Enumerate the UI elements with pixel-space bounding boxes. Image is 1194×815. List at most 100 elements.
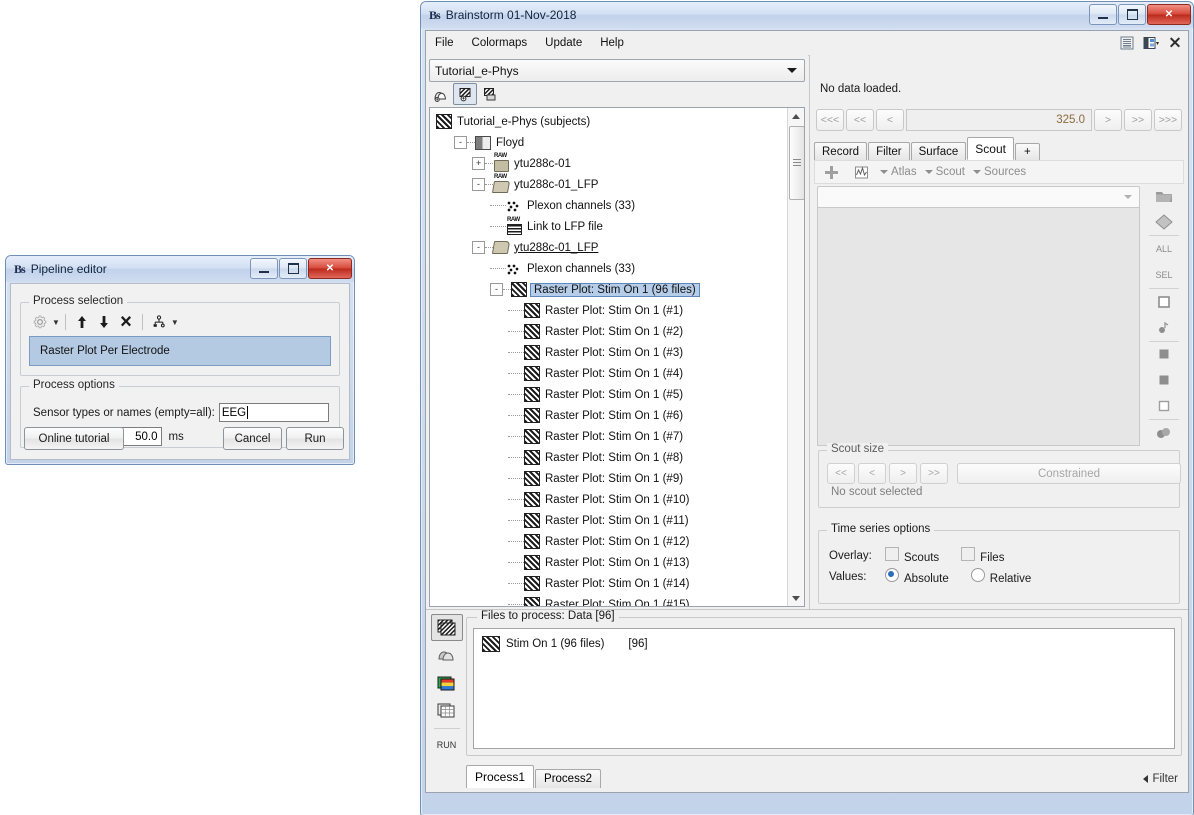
- time-prev-page-button[interactable]: <<: [846, 109, 874, 131]
- crosshair-icon[interactable]: [820, 162, 842, 182]
- square-empty-icon[interactable]: [1145, 393, 1183, 419]
- arrow-up-icon[interactable]: [71, 312, 93, 332]
- tree-item[interactable]: Tutorial_e-Phys (subjects): [430, 111, 788, 132]
- functional-condition-icon[interactable]: [479, 84, 501, 104]
- sensor-input[interactable]: EEG: [219, 403, 329, 422]
- collapse-icon[interactable]: -: [454, 136, 467, 149]
- values-absolute-radio[interactable]: Absolute: [885, 568, 949, 585]
- sources-menu[interactable]: Sources: [973, 166, 1026, 178]
- run-button[interactable]: RUN: [432, 733, 462, 758]
- tree-item[interactable]: Plexon channels (33): [430, 258, 788, 279]
- tree-item[interactable]: +RAWytu288c-01: [430, 153, 788, 174]
- menu-update[interactable]: Update: [536, 31, 591, 55]
- tree-item[interactable]: Raster Plot: Stim On 1 (#2): [430, 321, 788, 342]
- run-button[interactable]: Run: [286, 427, 344, 450]
- tree-item[interactable]: Raster Plot: Stim On 1 (#13): [430, 552, 788, 573]
- tab-scout[interactable]: Scout: [967, 137, 1014, 160]
- scout-seed-icon[interactable]: [1145, 315, 1183, 341]
- files-list[interactable]: Stim On 1 (96 files) [96]: [473, 628, 1175, 749]
- time-last-button[interactable]: >>>: [1154, 109, 1182, 131]
- select-sel-button[interactable]: SEL: [1145, 262, 1183, 288]
- overlay-files-checkbox[interactable]: Files: [961, 547, 1004, 564]
- timefreq-icon[interactable]: [432, 671, 462, 696]
- expand-icon[interactable]: +: [472, 157, 485, 170]
- tree-item[interactable]: RAWLink to LFP file: [430, 216, 788, 237]
- scout-size-larger-button[interactable]: >: [889, 463, 917, 484]
- square-filled-icon[interactable]: [1145, 341, 1183, 367]
- scout-size-much-larger-button[interactable]: >>: [920, 463, 948, 484]
- tree-item[interactable]: Raster Plot: Stim On 1 (#15): [430, 594, 788, 606]
- tree-item[interactable]: -RAWytu288c-01_LFP: [430, 174, 788, 195]
- scout-size-smaller-button[interactable]: <: [858, 463, 886, 484]
- gear-dropdown-caret-icon[interactable]: ▼: [52, 318, 60, 327]
- scout-menu[interactable]: Scout: [925, 166, 965, 178]
- scroll-down-button[interactable]: [788, 590, 804, 606]
- atlas-selector[interactable]: [817, 186, 1140, 208]
- tab-surface[interactable]: Surface: [911, 142, 967, 160]
- scroll-up-button[interactable]: [788, 108, 804, 124]
- diamond-icon[interactable]: [1145, 209, 1183, 235]
- functional-subject-icon[interactable]: [453, 83, 477, 105]
- pipeline-tree-icon[interactable]: [148, 312, 170, 332]
- tab-process1[interactable]: Process1: [466, 765, 534, 788]
- time-slider[interactable]: 325.0: [906, 109, 1092, 131]
- scout-list[interactable]: [817, 207, 1140, 446]
- overlap-icon[interactable]: [1145, 420, 1183, 446]
- timeseries-icon[interactable]: [850, 162, 872, 182]
- sources-icon[interactable]: [432, 643, 462, 668]
- constrained-button[interactable]: Constrained: [957, 463, 1181, 484]
- time-prev-button[interactable]: <: [876, 109, 904, 131]
- menu-help[interactable]: Help: [591, 31, 633, 55]
- tree-item[interactable]: Raster Plot: Stim On 1 (#10): [430, 489, 788, 510]
- scrollbar-thumb[interactable]: [789, 126, 805, 200]
- subjects-anatomy-icon[interactable]: [429, 84, 451, 104]
- collapse-icon[interactable]: -: [472, 178, 485, 191]
- tree-item[interactable]: Raster Plot: Stim On 1 (#6): [430, 405, 788, 426]
- tree-scrollbar[interactable]: [787, 108, 804, 606]
- gear-icon[interactable]: [29, 312, 51, 332]
- tree-item[interactable]: Raster Plot: Stim On 1 (#8): [430, 447, 788, 468]
- tree-item[interactable]: Raster Plot: Stim On 1 (#14): [430, 573, 788, 594]
- maximize-button[interactable]: [279, 258, 307, 279]
- layout-icon[interactable]: [1142, 35, 1160, 51]
- raster-stack-icon[interactable]: [431, 614, 463, 641]
- tree-item[interactable]: Raster Plot: Stim On 1 (#9): [430, 468, 788, 489]
- list-item[interactable]: Stim On 1 (96 files) [96]: [474, 633, 1174, 655]
- tree-item[interactable]: -ytu288c-01_LFP: [430, 237, 788, 258]
- tab-process2[interactable]: Process2: [535, 769, 601, 788]
- close-x-icon[interactable]: [1166, 35, 1184, 51]
- tab-filter[interactable]: Filter: [868, 142, 910, 160]
- minimize-button[interactable]: [250, 258, 278, 279]
- tree-item[interactable]: Raster Plot: Stim On 1 (#3): [430, 342, 788, 363]
- tree-item[interactable]: Raster Plot: Stim On 1 (#11): [430, 510, 788, 531]
- close-button[interactable]: ✕: [1147, 4, 1191, 25]
- square-filled2-icon[interactable]: [1145, 367, 1183, 393]
- online-tutorial-button[interactable]: Online tutorial: [24, 427, 124, 450]
- time-next-button[interactable]: >: [1094, 109, 1122, 131]
- tree-item[interactable]: Raster Plot: Stim On 1 (#4): [430, 363, 788, 384]
- collapse-icon[interactable]: -: [490, 283, 503, 296]
- list-view-icon[interactable]: [1118, 35, 1136, 51]
- maximize-button[interactable]: [1118, 4, 1146, 25]
- matrix-icon[interactable]: [432, 698, 462, 723]
- scout-size-much-smaller-button[interactable]: <<: [827, 463, 855, 484]
- collapse-icon[interactable]: -: [472, 241, 485, 254]
- tree-item[interactable]: Raster Plot: Stim On 1 (#7): [430, 426, 788, 447]
- tree-item[interactable]: Raster Plot: Stim On 1 (#1): [430, 300, 788, 321]
- tab-add[interactable]: +: [1015, 143, 1040, 160]
- folder-open-icon[interactable]: [1145, 183, 1183, 209]
- menu-colormaps[interactable]: Colormaps: [463, 31, 537, 55]
- atlas-menu[interactable]: Atlas: [880, 166, 917, 178]
- overlay-scouts-checkbox[interactable]: Scouts: [885, 547, 939, 564]
- filter-toggle[interactable]: Filter: [1143, 773, 1178, 785]
- tree-item[interactable]: Raster Plot: Stim On 1 (#12): [430, 531, 788, 552]
- select-all-button[interactable]: ALL: [1145, 236, 1183, 262]
- values-relative-radio[interactable]: Relative: [971, 568, 1032, 585]
- time-next-page-button[interactable]: >>: [1124, 109, 1152, 131]
- tree-item[interactable]: -Raster Plot: Stim On 1 (96 files): [430, 279, 788, 300]
- selected-process-item[interactable]: Raster Plot Per Electrode: [29, 336, 331, 366]
- arrow-down-icon[interactable]: [93, 312, 115, 332]
- tree-item[interactable]: Plexon channels (33): [430, 195, 788, 216]
- tree-item[interactable]: Raster Plot: Stim On 1 (#5): [430, 384, 788, 405]
- pipeline-tree-dropdown-caret-icon[interactable]: ▼: [171, 318, 179, 327]
